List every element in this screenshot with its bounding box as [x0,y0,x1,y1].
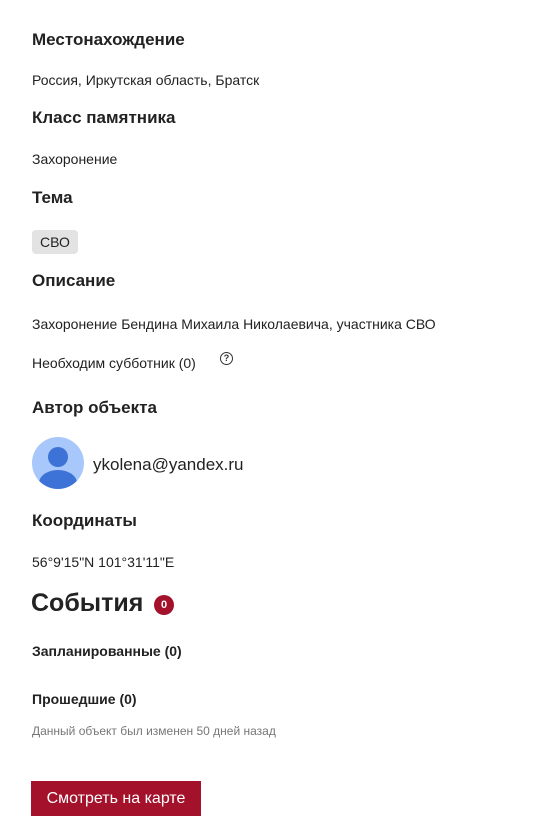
description-text: Захоронение Бендина Михаила Николаевича,… [32,316,436,332]
view-on-map-button[interactable]: Смотреть на карте [31,781,201,816]
cleanup-needed-label: Необходим субботник (0) [32,355,196,371]
modified-note: Данный объект был изменен 50 дней назад [32,724,276,738]
events-title: События [31,589,144,617]
question-circle-icon[interactable]: ? [220,352,233,365]
description-heading: Описание [32,271,116,290]
location-value: Россия, Иркутская область, Братск [32,72,260,88]
monument-class-value: Захоронение [32,151,118,167]
past-events-heading[interactable]: Прошедшие (0) [32,691,137,707]
planned-events-heading[interactable]: Запланированные (0) [32,643,182,659]
author-email[interactable]: ykolena@yandex.ru [93,455,244,475]
coordinates-heading: Координаты [32,511,137,530]
user-avatar-icon[interactable] [32,437,84,489]
events-count-badge: 0 [154,595,174,615]
monument-class-heading: Класс памятника [32,108,176,127]
theme-tag[interactable]: СВО [32,230,78,254]
location-heading: Местонахождение [32,30,185,49]
avatar-silhouette [39,447,77,489]
theme-heading: Тема [32,188,73,207]
coordinates-value: 56°9'15"N 101°31'11"E [32,554,175,570]
author-heading: Автор объекта [32,398,157,417]
